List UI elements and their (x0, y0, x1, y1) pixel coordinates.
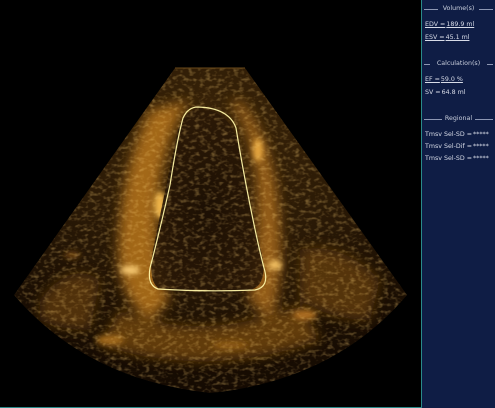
regional-section-title: Regional (424, 115, 493, 123)
measurement-panel: Volume(s) EDV =189.9 ml ESV =45.1 ml Cal… (422, 0, 495, 408)
sv-measurement: SV =64.8 ml (425, 89, 466, 96)
viewer-frame (0, 0, 422, 408)
calculation-section-title: Calculation(s) (424, 60, 493, 68)
ultrasound-viewer[interactable] (0, 0, 422, 408)
edv-measurement[interactable]: EDV =189.9 ml (425, 21, 474, 29)
tmsv-sel-sd-2-measurement: Tmsv Sel-SD =***** (425, 155, 489, 162)
tmsv-sel-dif-measurement: Tmsv Sel-Dif =***** (425, 143, 489, 150)
esv-measurement[interactable]: ESV =45.1 ml (425, 34, 469, 42)
volume-section-title: Volume(s) (424, 5, 493, 13)
ef-measurement[interactable]: EF =59.0 % (425, 76, 463, 84)
tmsv-sel-sd-measurement: Tmsv Sel-SD =***** (425, 131, 489, 138)
